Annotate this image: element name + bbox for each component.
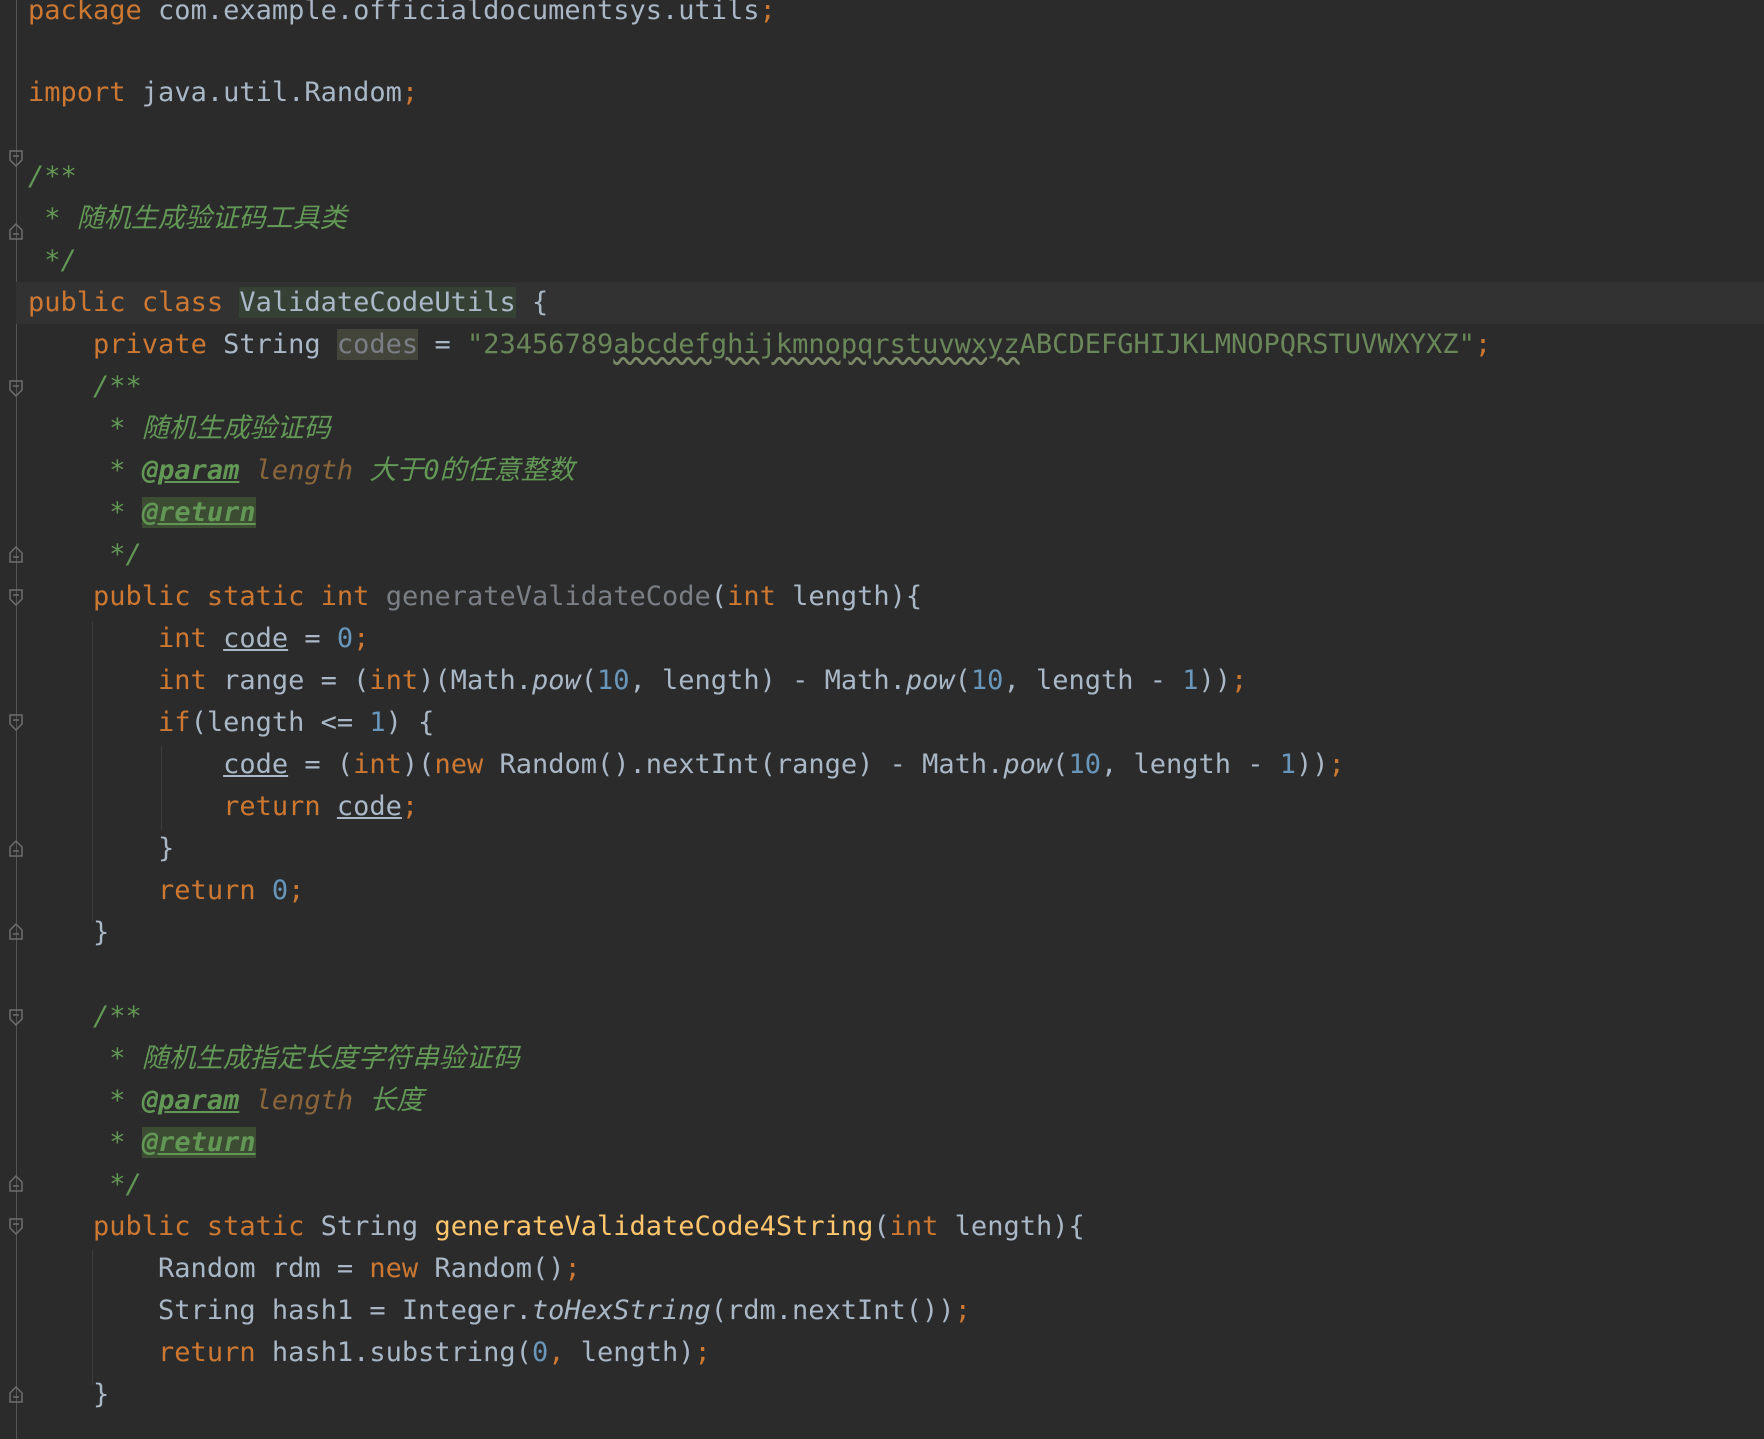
code-line-m1-doc-close: */ — [93, 539, 142, 570]
code-line-m2-doc-param: * @param length 长度 — [93, 1085, 424, 1116]
code-line-m2-close: } — [93, 1379, 110, 1410]
code-line-m1-signature: public static int generateValidateCode(i… — [93, 581, 923, 612]
code-line-m2-doc-desc: * 随机生成指定长度字符串验证码 — [93, 1043, 520, 1074]
code-line-if-close: } — [158, 833, 175, 864]
code-line-field: private String codes = "23456789abcdefgh… — [93, 329, 1492, 360]
code-line-m1-doc-desc: * 随机生成验证码 — [93, 413, 331, 444]
code-area[interactable]: package com.example.officialdocumentsys.… — [0, 0, 1764, 1439]
code-line-doc-close: */ — [28, 245, 77, 276]
code-line-m1-doc-param: * @param length 大于0的任意整数 — [93, 455, 575, 486]
code-editor[interactable]: package com.example.officialdocumentsys.… — [0, 0, 1764, 1439]
code-line-m2-doc-open: /** — [93, 1001, 142, 1032]
code-line-rdm-decl: Random rdm = new Random(); — [158, 1253, 581, 1284]
code-line-m1-doc-return: * @return — [93, 497, 256, 528]
code-line-return-code: return code; — [223, 791, 419, 822]
code-line-import: import java.util.Random; — [28, 77, 419, 108]
code-line-m2-doc-return: * @return — [93, 1127, 256, 1158]
code-line-range-decl: int range = (int)(Math.pow(10, length) -… — [158, 665, 1248, 696]
code-line-m2-signature: public static String generateValidateCod… — [93, 1211, 1085, 1242]
code-line-return-substring: return hash1.substring(0, length); — [158, 1337, 711, 1368]
code-line-class-decl: public class ValidateCodeUtils { — [16, 282, 1764, 324]
code-line-if: if(length <= 1) { — [158, 707, 435, 738]
code-line-code-decl: int code = 0; — [158, 623, 370, 654]
code-line-package: package com.example.officialdocumentsys.… — [28, 0, 776, 26]
code-line-m1-close: } — [93, 917, 110, 948]
code-line-return-zero: return 0; — [158, 875, 305, 906]
code-line-class-doc: * 随机生成验证码工具类 — [28, 203, 347, 234]
code-line-m1-doc-open: /** — [93, 371, 142, 402]
code-line-code-assign: code = (int)(new Random().nextInt(range)… — [223, 749, 1345, 780]
code-line-doc-open: /** — [28, 161, 77, 192]
code-line-m2-doc-close: */ — [93, 1169, 142, 1200]
code-line-hash-decl: String hash1 = Integer.toHexString(rdm.n… — [158, 1295, 971, 1326]
